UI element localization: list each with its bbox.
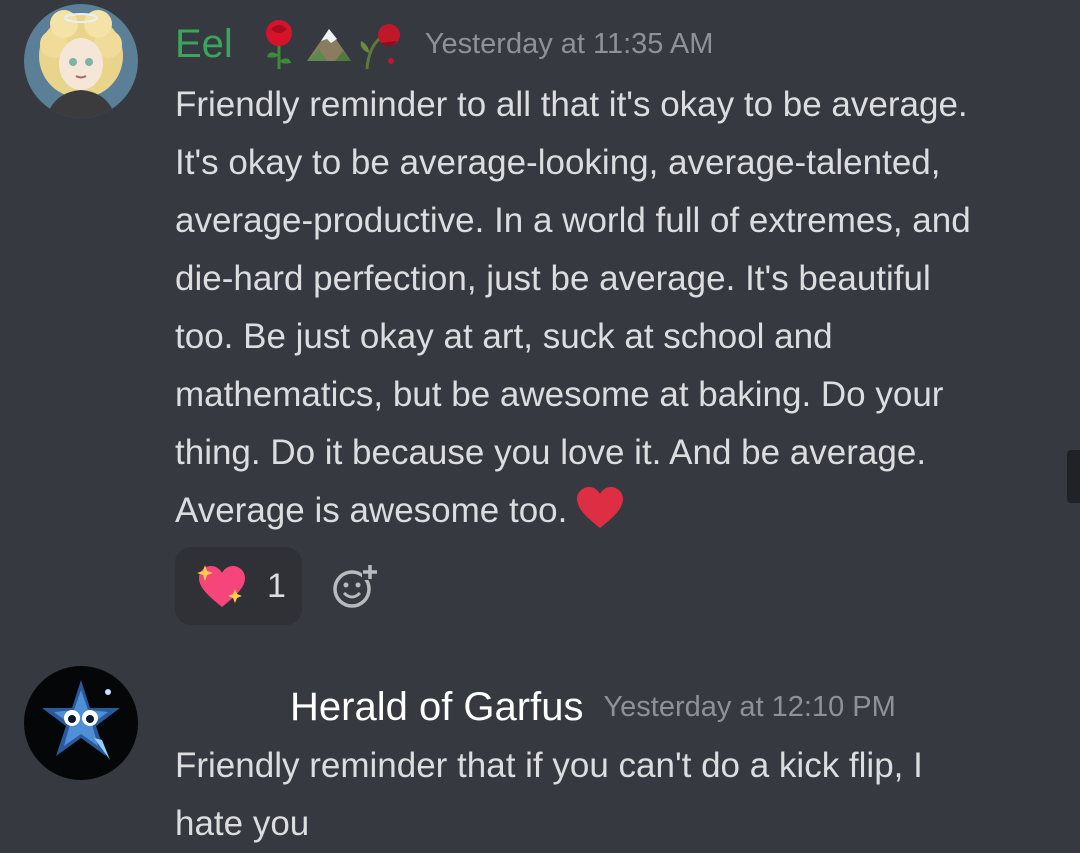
wilted-rose-icon (355, 17, 403, 71)
reaction-button[interactable]: 1 (175, 547, 302, 625)
message-text: Friendly reminder that if you can't do a… (175, 746, 923, 843)
message: Eel Yesterday at 11:35 AM Friendly remin… (0, 0, 1080, 640)
message-text: Friendly reminder to all that it's okay … (175, 85, 971, 530)
timestamp: Yesterday at 11:35 AM (424, 28, 714, 60)
sparkling-heart-icon (195, 561, 249, 611)
message: Herald of Garfus Yesterday at 12:10 PM F… (0, 655, 1080, 853)
message-content: Friendly reminder that if you can't do a… (175, 737, 1070, 853)
username[interactable]: Eel (175, 14, 233, 74)
user-badges (255, 17, 403, 71)
username[interactable]: Herald of Garfus (290, 677, 583, 737)
add-reaction-icon[interactable] (332, 561, 382, 611)
rose-icon (255, 17, 303, 71)
timestamp: Yesterday at 12:10 PM (603, 691, 896, 723)
mountain-icon (305, 17, 353, 71)
avatar[interactable] (24, 666, 138, 780)
message-content: Friendly reminder to all that it's okay … (175, 76, 1070, 540)
reactions-bar: 1 (175, 547, 382, 625)
message-header: Eel Yesterday at 11:35 AM (175, 14, 713, 74)
scrollbar[interactable] (1067, 450, 1080, 503)
reaction-count: 1 (267, 566, 286, 605)
red-heart-icon (575, 486, 625, 530)
message-header: Herald of Garfus Yesterday at 12:10 PM (290, 677, 896, 737)
avatar[interactable] (24, 4, 138, 118)
